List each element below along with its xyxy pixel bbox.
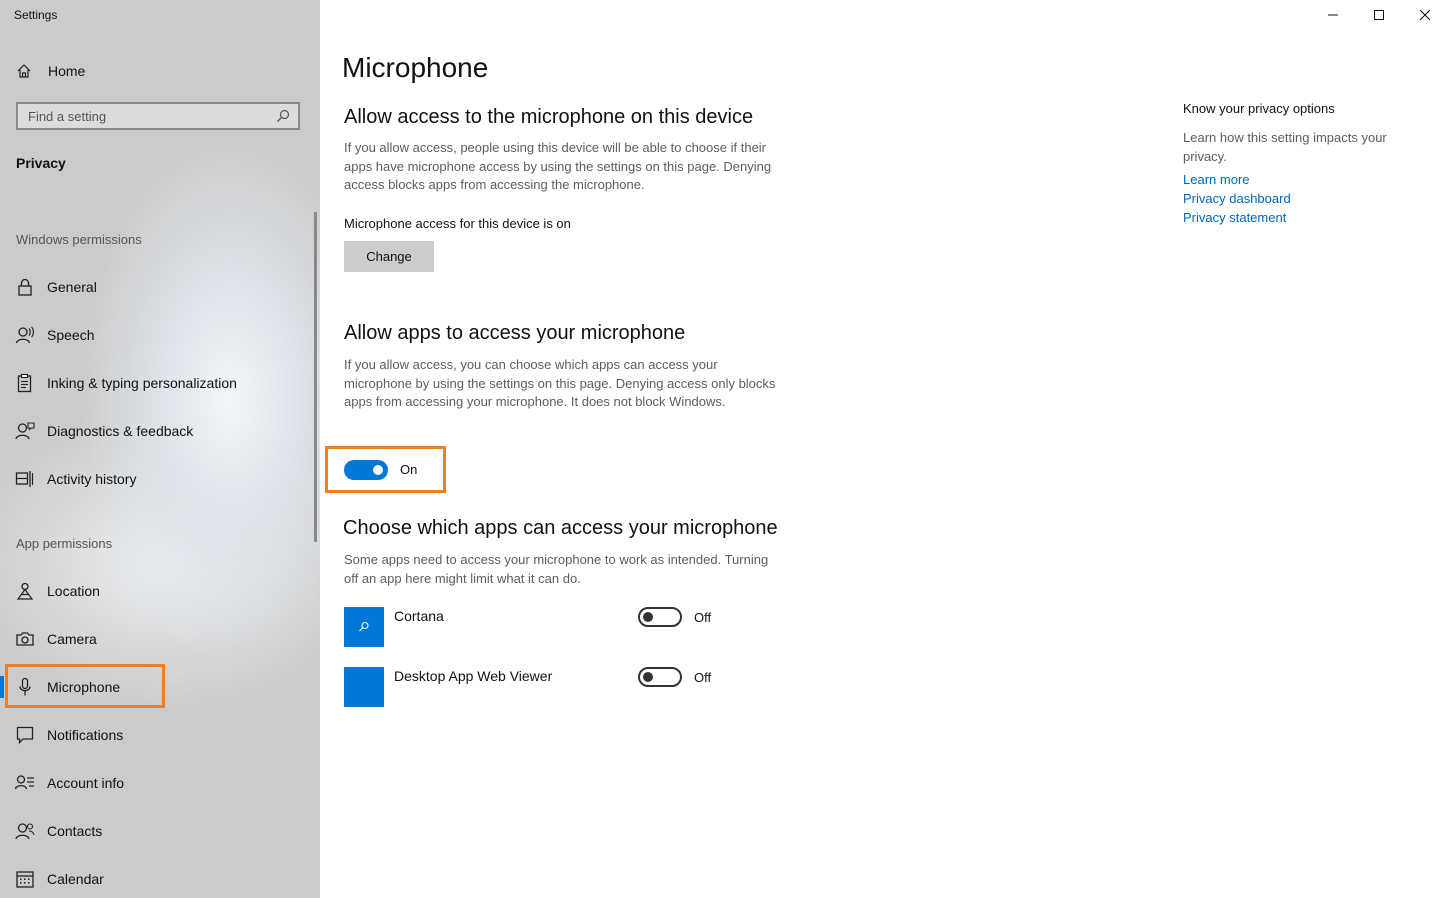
microphone-highlight	[5, 664, 165, 708]
close-icon	[1419, 9, 1431, 21]
sidebar-item-account-info[interactable]: Account info	[0, 768, 300, 798]
sidebar-item-label: Contacts	[47, 823, 103, 839]
maximize-button[interactable]	[1356, 0, 1402, 30]
cortana-toggle-label: Off	[694, 610, 712, 625]
window-title: Settings	[14, 8, 58, 22]
desktop-app-web-viewer-toggle-label: Off	[694, 670, 712, 685]
choose-apps-description: Some apps need to access your microphone…	[344, 552, 769, 586]
nav-home[interactable]: Home	[16, 60, 85, 82]
sidebar-item-label: Diagnostics & feedback	[47, 423, 194, 439]
minimize-icon	[1328, 14, 1338, 16]
search-input[interactable]	[28, 108, 268, 124]
sidebar-item-notifications[interactable]: Notifications	[0, 720, 300, 750]
location-icon	[16, 582, 34, 600]
search-box[interactable]	[16, 102, 300, 130]
search-icon[interactable]	[276, 109, 290, 123]
sidebar-item-camera[interactable]: Camera	[0, 624, 300, 654]
privacy-statement-link[interactable]: Privacy statement	[1183, 210, 1286, 225]
privacy-dashboard-link[interactable]: Privacy dashboard	[1183, 191, 1291, 206]
sidebar-item-label: Activity history	[47, 471, 137, 487]
home-icon	[17, 64, 31, 78]
notifications-icon	[16, 726, 34, 745]
apps-access-toggle[interactable]	[344, 460, 388, 480]
cortana-tile	[344, 607, 384, 647]
sidebar-item-label: Speech	[47, 327, 95, 343]
device-access-heading: Allow access to the microphone on this d…	[344, 106, 754, 128]
minimize-button[interactable]	[1310, 0, 1356, 30]
page-title: Microphone	[342, 52, 489, 83]
sidebar-item-label: General	[47, 279, 97, 295]
apps-access-toggle-label: On	[400, 462, 418, 477]
sidebar-item-label: Camera	[47, 631, 97, 647]
device-access-description: If you allow access, people using this d…	[344, 140, 772, 192]
clipboard-icon	[17, 373, 32, 393]
section-title: Privacy	[16, 155, 66, 171]
camera-icon	[16, 632, 34, 646]
desktop-app-web-viewer-toggle[interactable]	[638, 667, 682, 687]
device-access-status: Microphone access for this device is on	[344, 216, 571, 231]
app-permissions-header: App permissions	[16, 536, 113, 551]
app-tile-icon	[344, 667, 384, 707]
sidebar-item-inking-typing[interactable]: Inking & typing personalization	[0, 368, 300, 398]
sidebar-item-label: Calendar	[47, 871, 104, 887]
account-info-icon	[15, 775, 34, 790]
maximize-icon	[1374, 10, 1384, 20]
app-name-cortana: Cortana	[394, 608, 444, 624]
sidebar: Settings Home Privacy Windows permission…	[0, 0, 320, 898]
app-name-desktop-app-web-viewer: Desktop App Web Viewer	[394, 668, 553, 684]
cortana-toggle[interactable]	[638, 607, 682, 627]
activity-history-icon	[15, 471, 34, 487]
main-content: Microphone Allow access to the microphon…	[320, 0, 1448, 898]
sidebar-item-diagnostics[interactable]: Diagnostics & feedback	[0, 416, 300, 446]
sidebar-item-label: Inking & typing personalization	[47, 375, 237, 391]
sidebar-item-general[interactable]: General	[0, 272, 300, 302]
sidebar-item-label: Notifications	[47, 727, 124, 743]
learn-more-link[interactable]: Learn more	[1183, 172, 1249, 187]
sidebar-item-location[interactable]: Location	[0, 576, 300, 606]
sidebar-item-label: Account info	[47, 775, 125, 791]
window-controls	[1310, 0, 1448, 30]
sidebar-item-activity-history[interactable]: Activity history	[0, 464, 300, 494]
toggle-knob	[643, 612, 653, 622]
speech-icon	[15, 326, 34, 344]
privacy-options-heading: Know your privacy options	[1183, 101, 1335, 116]
sidebar-item-label: Location	[47, 583, 100, 599]
apps-access-description: If you allow access, you can choose whic…	[344, 357, 776, 409]
cortana-icon	[359, 622, 369, 632]
apps-access-heading: Allow apps to access your microphone	[344, 322, 686, 344]
close-button[interactable]	[1402, 0, 1448, 30]
person-feedback-icon	[15, 422, 35, 440]
sidebar-item-contacts[interactable]: Contacts	[0, 816, 300, 846]
sidebar-scrollbar[interactable]	[314, 212, 317, 542]
windows-permissions-header: Windows permissions	[16, 232, 142, 247]
toggle-knob	[373, 465, 383, 475]
sidebar-item-calendar[interactable]: Calendar	[0, 864, 300, 894]
nav-home-label: Home	[48, 63, 86, 79]
toggle-knob	[643, 672, 653, 682]
change-button[interactable]: Change	[344, 241, 434, 272]
choose-apps-heading: Choose which apps can access your microp…	[343, 517, 778, 539]
contacts-icon	[15, 823, 35, 840]
sidebar-item-speech[interactable]: Speech	[0, 320, 300, 350]
lock-icon	[18, 278, 32, 296]
privacy-options-description: Learn how this setting impacts your priv…	[1183, 130, 1387, 164]
calendar-icon	[16, 871, 34, 888]
